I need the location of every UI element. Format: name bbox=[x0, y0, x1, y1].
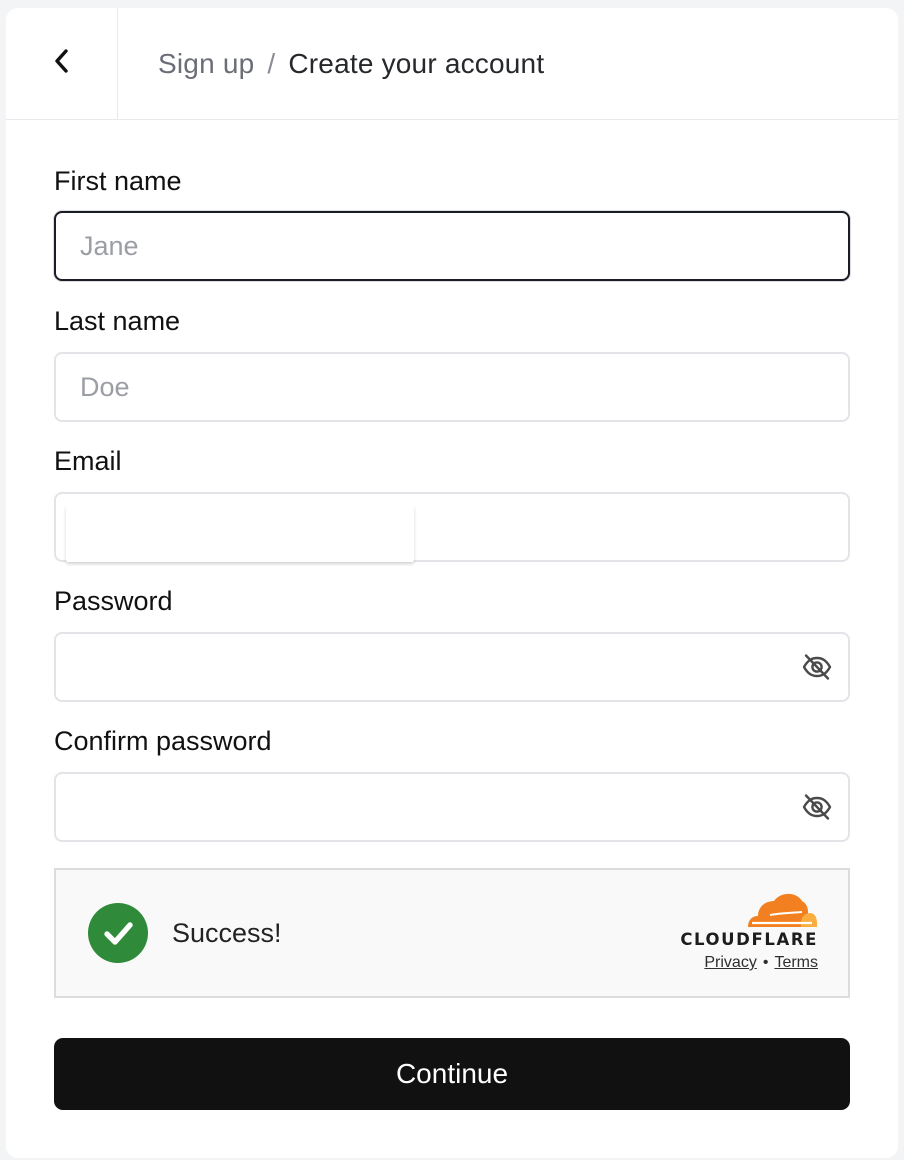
email-redacted-value bbox=[66, 506, 414, 562]
eye-off-icon[interactable] bbox=[800, 650, 834, 684]
continue-button[interactable]: Continue bbox=[54, 1038, 850, 1110]
captcha-links: Privacy • Terms bbox=[704, 954, 818, 972]
terms-link[interactable]: Terms bbox=[774, 954, 818, 971]
link-separator: • bbox=[762, 954, 769, 971]
password-input[interactable] bbox=[56, 634, 848, 700]
eye-off-icon[interactable] bbox=[800, 790, 834, 824]
confirm-password-label: Confirm password bbox=[54, 726, 272, 756]
first-name-input[interactable] bbox=[56, 213, 848, 279]
confirm-password-input[interactable] bbox=[56, 774, 848, 840]
last-name-input[interactable] bbox=[56, 354, 848, 420]
breadcrumb: Sign up / Create your account bbox=[158, 8, 544, 119]
cloudflare-logo: CLOUDFLARE Privacy • Terms bbox=[668, 892, 818, 976]
email-label: Email bbox=[54, 446, 122, 476]
captcha-status-text: Success! bbox=[172, 918, 282, 948]
privacy-link[interactable]: Privacy bbox=[704, 954, 756, 971]
page-header: Sign up / Create your account bbox=[6, 8, 898, 120]
cloudflare-wordmark: CLOUDFLARE bbox=[680, 930, 818, 949]
last-name-label: Last name bbox=[54, 306, 181, 336]
cloudflare-cloud-icon bbox=[748, 893, 817, 927]
back-button[interactable] bbox=[6, 8, 118, 119]
page-title: Create your account bbox=[288, 47, 545, 79]
captcha-widget: Success! CLOUDFLARE Privacy • Terms bbox=[54, 868, 850, 998]
breadcrumb-sign-up[interactable]: Sign up bbox=[158, 48, 254, 80]
password-label: Password bbox=[54, 586, 173, 616]
confirm-password-field bbox=[54, 772, 850, 842]
signup-card: Sign up / Create your account First name… bbox=[6, 8, 898, 1158]
first-name-label: First name bbox=[54, 166, 182, 196]
password-field bbox=[54, 632, 850, 702]
last-name-field bbox=[54, 352, 850, 422]
checkmark-circle-icon bbox=[88, 903, 148, 963]
breadcrumb-separator: / bbox=[267, 47, 276, 79]
email-field bbox=[54, 492, 850, 562]
first-name-field bbox=[54, 211, 850, 281]
chevron-left-icon bbox=[51, 47, 73, 80]
